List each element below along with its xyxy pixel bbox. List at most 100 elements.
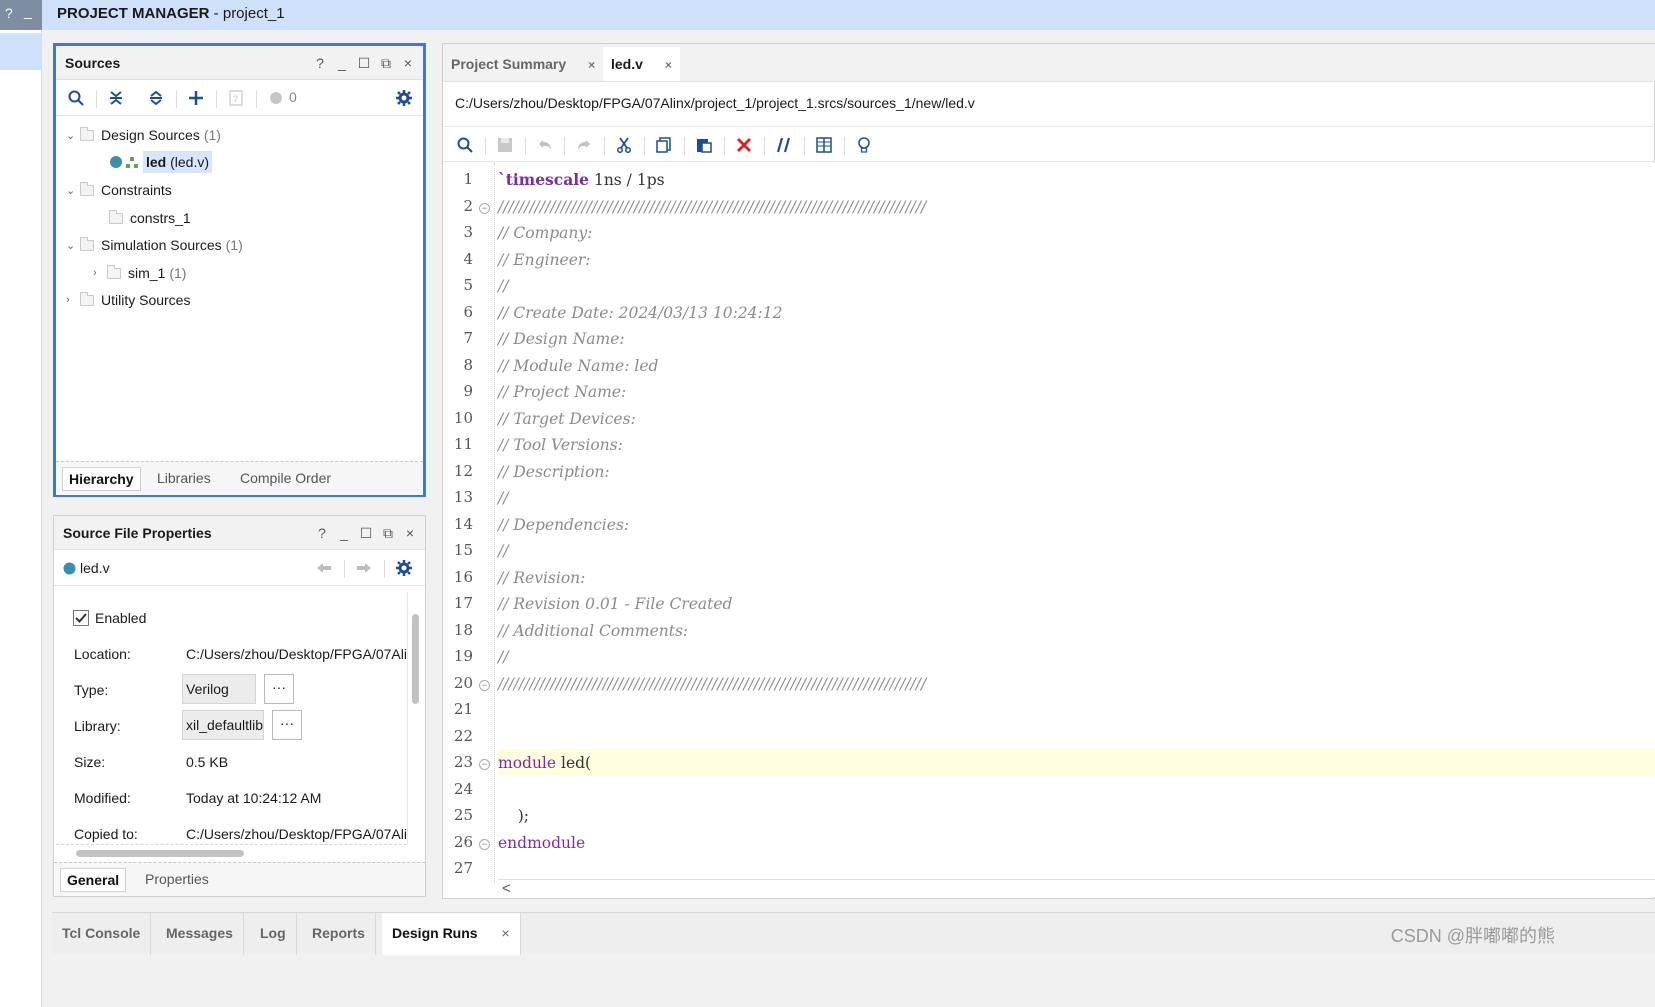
- help-icon[interactable]: ?: [313, 55, 327, 72]
- redo-icon[interactable]: [574, 135, 594, 155]
- code-editor[interactable]: 1 `timescale 1ns / 1ps 2−/////////////////…: [443, 163, 1655, 883]
- gear-icon[interactable]: [394, 88, 414, 108]
- paste-icon[interactable]: [694, 135, 714, 155]
- tree-sim[interactable]: › sim_1 (1): [93, 261, 186, 285]
- title-bar: PROJECT MANAGER - project_1: [0, 0, 1655, 30]
- editor-horizontal-scrollbar[interactable]: <: [498, 879, 1655, 897]
- tab-led-v[interactable]: led.v ×: [603, 47, 680, 81]
- search-icon[interactable]: [66, 88, 86, 108]
- tree-utility-sources[interactable]: › Utility Sources: [66, 288, 190, 312]
- code-line: // Design Name:: [498, 330, 630, 348]
- tab-general[interactable]: General: [60, 868, 127, 892]
- tree-constraints[interactable]: ⌄ Constraints: [66, 178, 172, 202]
- code-line: endmodule: [498, 833, 586, 852]
- fold-toggle-icon[interactable]: −: [479, 838, 490, 850]
- save-icon[interactable]: [495, 135, 515, 155]
- forward-arrow-icon[interactable]: [354, 558, 374, 578]
- back-arrow-icon[interactable]: [314, 558, 334, 578]
- line-number: 9: [463, 382, 473, 400]
- file-properties-icon[interactable]: ?: [226, 88, 246, 108]
- toggle-comment-icon[interactable]: [774, 135, 794, 155]
- float-icon[interactable]: ⧉: [379, 55, 393, 72]
- tree-label: Design Sources: [101, 127, 200, 143]
- line-number: 12: [453, 461, 473, 480]
- close-icon[interactable]: ×: [501, 925, 509, 941]
- line-number: 15: [453, 541, 473, 559]
- chevron-down-icon[interactable]: ⌄: [66, 184, 80, 197]
- vertical-scrollbar[interactable]: [407, 592, 423, 844]
- fold-toggle-icon[interactable]: −: [479, 759, 490, 770]
- gear-icon[interactable]: [394, 558, 414, 578]
- window-controls: ? _: [0, 0, 42, 30]
- chevron-right-icon[interactable]: ›: [93, 267, 107, 279]
- chevron-right-icon[interactable]: ›: [66, 294, 80, 306]
- sources-toolbar: ? 0: [56, 80, 423, 116]
- minimize-icon[interactable]: _: [335, 55, 349, 72]
- float-icon[interactable]: ⧉: [381, 525, 395, 542]
- tab-compile-order[interactable]: Compile Order: [234, 467, 337, 491]
- close-icon[interactable]: ×: [588, 58, 595, 72]
- line-number: 18: [453, 620, 473, 639]
- location-label: Location:: [74, 646, 131, 662]
- tab-log[interactable]: Log: [250, 913, 297, 955]
- tab-tcl-console[interactable]: Tcl Console: [52, 913, 152, 955]
- library-field[interactable]: xil_defaultlib: [182, 710, 264, 740]
- editor-tab-bar: Project Summary × led.v ×: [443, 44, 1655, 82]
- type-label: Type:: [74, 682, 109, 698]
- fold-toggle-icon[interactable]: −: [479, 202, 490, 214]
- code-line: // Company:: [498, 224, 598, 242]
- fold-toggle-icon[interactable]: −: [479, 679, 490, 691]
- tree-led[interactable]: led (led.v): [109, 150, 213, 174]
- line-number: 19: [453, 647, 473, 665]
- library-browse-button[interactable]: ···: [272, 710, 302, 740]
- type-field[interactable]: Verilog: [182, 674, 256, 704]
- tab-hierarchy[interactable]: Hierarchy: [62, 467, 141, 491]
- minimize-icon[interactable]: _: [24, 3, 32, 19]
- line-number: 5: [463, 276, 473, 294]
- add-icon[interactable]: [186, 88, 206, 108]
- tab-properties[interactable]: Properties: [139, 868, 215, 892]
- close-icon[interactable]: ×: [401, 55, 415, 72]
- flow-navigator-collapsed[interactable]: [0, 30, 42, 1007]
- enabled-label: Enabled: [95, 610, 147, 626]
- line-number: 20: [453, 673, 473, 692]
- help-icon[interactable]: ?: [5, 5, 13, 21]
- delete-icon[interactable]: [734, 135, 754, 155]
- expand-all-icon[interactable]: [146, 88, 166, 108]
- tab-libraries[interactable]: Libraries: [151, 467, 217, 491]
- close-icon[interactable]: ×: [665, 58, 672, 72]
- tree-design-sources[interactable]: ⌄ Design Sources (1): [66, 123, 221, 147]
- horizontal-scrollbar[interactable]: [56, 844, 407, 860]
- checkbox-checked-icon[interactable]: [73, 610, 89, 626]
- maximize-icon[interactable]: ☐: [357, 55, 371, 72]
- help-icon[interactable]: ?: [315, 525, 329, 542]
- chevron-down-icon[interactable]: ⌄: [66, 129, 80, 142]
- maximize-icon[interactable]: ☐: [359, 525, 373, 542]
- undo-icon[interactable]: [535, 135, 555, 155]
- search-icon[interactable]: [455, 135, 475, 155]
- tab-project-summary[interactable]: Project Summary ×: [443, 47, 605, 81]
- scroll-left-icon[interactable]: <: [502, 880, 511, 897]
- tab-reports[interactable]: Reports: [302, 913, 376, 955]
- line-number: 3: [463, 223, 473, 241]
- type-browse-button[interactable]: ···: [264, 674, 294, 704]
- enabled-checkbox[interactable]: Enabled: [73, 610, 146, 626]
- module-dot-icon: [110, 156, 122, 168]
- code-line: //: [498, 489, 514, 507]
- lightbulb-icon[interactable]: [854, 135, 874, 155]
- minimize-icon[interactable]: _: [337, 525, 351, 542]
- copy-icon[interactable]: [654, 135, 674, 155]
- selected-file-name: led.v: [80, 560, 110, 576]
- size-label: Size:: [74, 754, 106, 770]
- location-value: C:/Users/zhou/Desktop/FPGA/07Alir: [186, 646, 407, 662]
- close-icon[interactable]: ×: [403, 525, 417, 542]
- code-line: //: [498, 648, 514, 666]
- chevron-down-icon[interactable]: ⌄: [66, 239, 80, 252]
- tree-simulation-sources[interactable]: ⌄ Simulation Sources (1): [66, 233, 243, 257]
- insert-template-icon[interactable]: [814, 135, 834, 155]
- tree-constrs[interactable]: constrs_1: [109, 206, 191, 230]
- tab-messages[interactable]: Messages: [156, 913, 244, 955]
- collapse-all-icon[interactable]: [106, 88, 126, 108]
- cut-icon[interactable]: [614, 135, 634, 155]
- tab-design-runs[interactable]: Design Runs ×: [382, 913, 521, 955]
